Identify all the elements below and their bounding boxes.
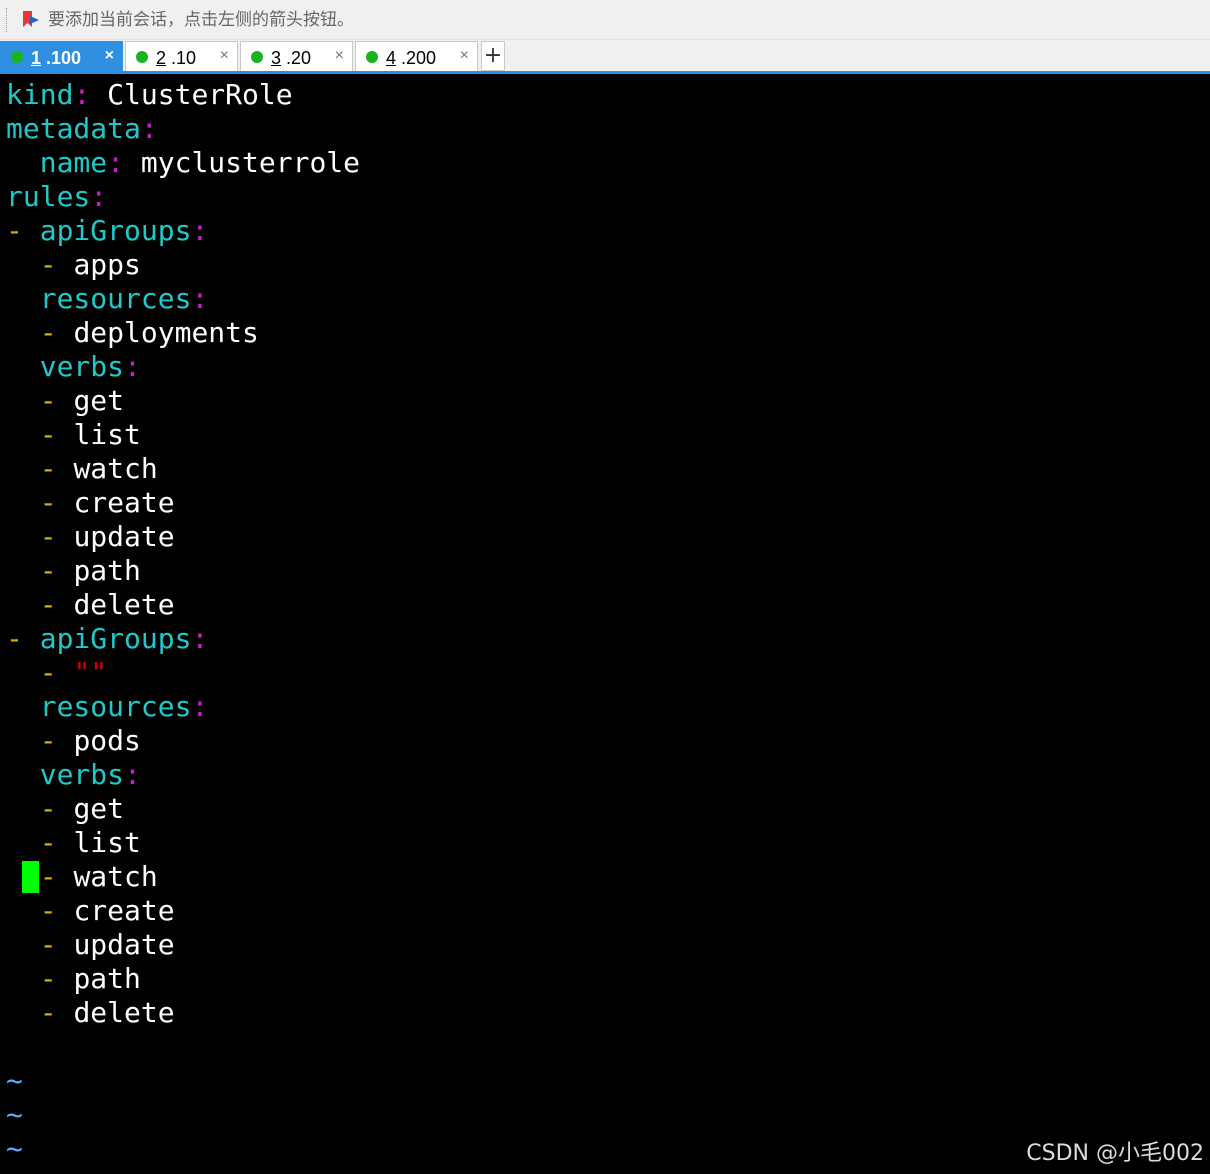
connected-status-icon xyxy=(136,51,148,63)
editor-line: - deployments xyxy=(39,316,259,349)
editor-line: - apiGroups: xyxy=(6,622,209,655)
editor-line: resources: xyxy=(39,282,209,315)
tab-label: 3 .20 xyxy=(271,48,312,68)
editor-line: - update xyxy=(39,928,175,961)
close-tab-icon[interactable]: × xyxy=(220,46,229,66)
editor-line: - apps xyxy=(39,248,141,281)
editor-line: resources: xyxy=(39,690,209,723)
session-hint-bar: 要添加当前会话，点击左侧的箭头按钮。 xyxy=(0,0,1210,40)
editor-line: - get xyxy=(39,384,125,417)
connected-status-icon xyxy=(251,51,263,63)
editor-line: - list xyxy=(39,826,141,859)
tab-label: 2 .10 xyxy=(156,48,197,68)
toolbar-grip[interactable] xyxy=(6,8,9,32)
tab-label: 4 .200 xyxy=(386,48,437,68)
editor-line: kind: ClusterRole xyxy=(6,78,293,111)
session-tab-strip: 1 .100 × 2 .10 × 3 .20 × 4 .200 × + xyxy=(0,40,1210,74)
hint-text: 要添加当前会话，点击左侧的箭头按钮。 xyxy=(48,10,354,30)
editor-line: - watch xyxy=(39,860,158,893)
editor-line: - path xyxy=(39,962,141,995)
new-tab-button[interactable]: + xyxy=(481,41,505,71)
editor-line: name: myclusterrole xyxy=(39,146,361,179)
editor-line: - update xyxy=(39,520,175,553)
editor-line: - apiGroups: xyxy=(6,214,209,247)
connected-status-icon xyxy=(11,51,23,63)
editor-line: metadata: xyxy=(6,112,158,145)
editor-line: - get xyxy=(39,792,125,825)
editor-line: - watch xyxy=(39,452,158,485)
empty-buffer-marker: ~ xyxy=(6,1132,23,1165)
connected-status-icon xyxy=(366,51,378,63)
session-tab-4[interactable]: 4 .200 × xyxy=(355,41,478,72)
tab-label: 1 .100 xyxy=(31,48,82,68)
session-tab-2[interactable]: 2 .10 × xyxy=(125,41,238,72)
terminal-editor[interactable]: CSDN @小毛002 kind: ClusterRole metadata: n… xyxy=(0,74,1210,1174)
editor-line: - delete xyxy=(39,588,175,621)
editor-line: - list xyxy=(39,418,141,451)
editor-line: verbs: xyxy=(39,350,141,383)
editor-line: - create xyxy=(39,486,175,519)
bookmark-arrow-icon[interactable] xyxy=(21,10,41,30)
editor-line: rules: xyxy=(6,180,108,213)
editor-line: - delete xyxy=(39,996,175,1029)
close-tab-icon[interactable]: × xyxy=(105,46,114,66)
empty-buffer-marker: ~ xyxy=(6,1098,23,1131)
editor-line: - path xyxy=(39,554,141,587)
watermark: CSDN @小毛002 xyxy=(1026,1141,1204,1166)
editor-line: - "" xyxy=(39,656,108,689)
session-tab-3[interactable]: 3 .20 × xyxy=(240,41,353,72)
empty-buffer-marker: ~ xyxy=(6,1064,23,1097)
editor-line: verbs: xyxy=(39,758,141,791)
editor-line: - pods xyxy=(39,724,141,757)
editor-line: - create xyxy=(39,894,175,927)
session-tab-1[interactable]: 1 .100 × xyxy=(0,41,123,72)
close-tab-icon[interactable]: × xyxy=(460,46,469,66)
close-tab-icon[interactable]: × xyxy=(335,46,344,66)
